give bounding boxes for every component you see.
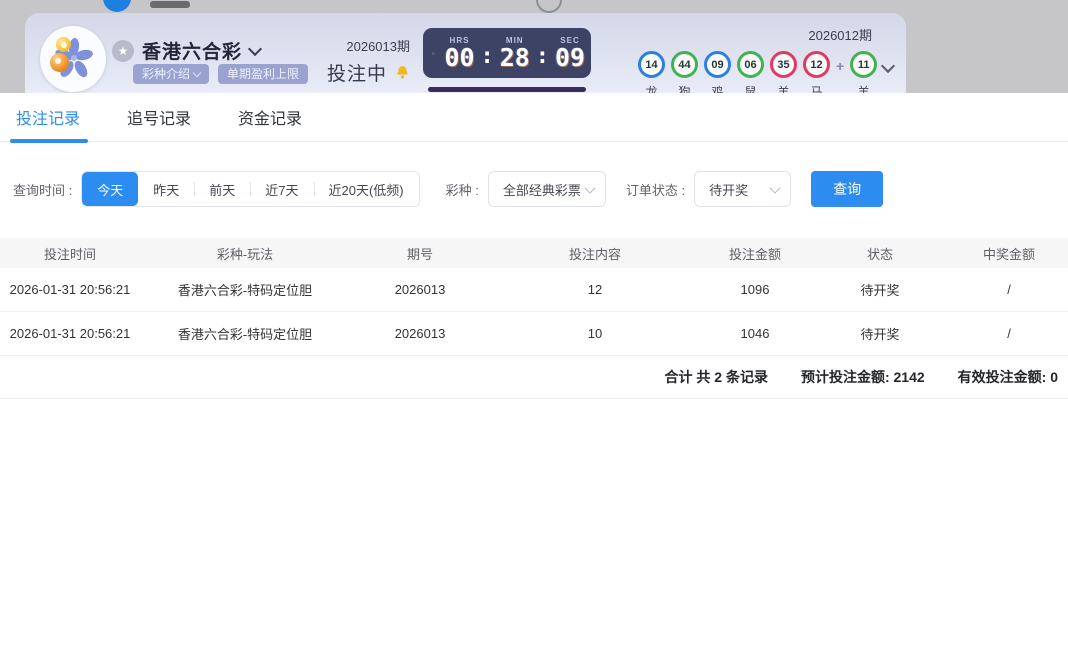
chevron-down-icon [193,69,201,77]
page: ★ 香港六合彩 彩种介绍 单期盈利上限 2026013期 投注中 [0,0,1068,664]
profit-limit-button[interactable]: 单期盈利上限 [218,64,308,84]
draw-ball: 09 鸡 [704,51,731,93]
time-option-20days[interactable]: 近20天(低频) [314,172,419,206]
favorite-star-icon[interactable]: ★ [112,40,134,62]
table-header-row: 投注时间 彩种-玩法 期号 投注内容 投注金额 状态 中奖金额 [0,238,1068,268]
order-status-label: 订单状态 : [626,180,685,199]
chevron-down-icon[interactable] [881,59,895,73]
col-bet-time: 投注时间 [0,238,140,268]
summary-expected-amount: 预计投注金额: 2142 [801,367,925,387]
chevron-down-icon [769,182,780,193]
lottery-pill-buttons: 彩种介绍 单期盈利上限 [133,64,308,84]
records-panel: 投注记录 追号记录 资金记录 查询时间 : 今天 昨天 前天 近7天 近20天(… [0,93,1068,664]
draw-ball: 06 鼠 [737,51,764,93]
alarm-clock-icon [432,47,435,60]
lottery-header-card: ★ 香港六合彩 彩种介绍 单期盈利上限 2026013期 投注中 [25,13,906,93]
time-option-yesterday[interactable]: 昨天 [138,172,194,206]
search-button[interactable]: 查询 [811,171,883,207]
col-status: 状态 [810,238,950,268]
clipped-site-logo-text [150,1,190,8]
countdown-progress-bar [428,87,586,92]
countdown-seconds: 09 [555,45,585,70]
countdown-hours: 00 [444,45,474,70]
lottery-select[interactable]: 全部经典彩票 [488,171,606,207]
col-bet-amount: 投注金额 [700,238,810,268]
orange-lottery-ball-icon [50,53,69,72]
table-row: 2026-01-31 20:56:21 香港六合彩-特码定位胆 2026013 … [0,312,1068,356]
clipped-site-logo-icon [103,0,131,12]
yellow-lottery-ball-icon [56,37,71,52]
plus-sign: + [836,58,844,74]
draw-ball-special: 11 羊 [850,51,877,93]
last-draw-issue: 2026012期 [638,25,900,44]
countdown-minutes: 28 [500,45,530,70]
countdown-timer: HRS 00 : MIN 28 : SEC 09 [423,28,591,78]
draw-ball: 35 羊 [770,51,797,93]
betting-status: 投注中 [327,59,387,86]
time-option-today[interactable]: 今天 [82,172,138,206]
chevron-down-icon[interactable] [248,41,262,55]
col-lottery-play: 彩种-玩法 [140,238,350,268]
bell-icon[interactable] [395,65,410,80]
tab-fund-records[interactable]: 资金记录 [238,105,302,129]
record-tabs: 投注记录 追号记录 资金记录 [0,93,1068,142]
summary-total: 合计 共 2 条记录 [664,367,767,387]
col-issue: 期号 [350,238,490,268]
table-row: 2026-01-31 20:56:21 香港六合彩-特码定位胆 2026013 … [0,268,1068,312]
clipped-circle-icon [536,0,562,13]
time-filter-label: 查询时间 : [13,180,72,199]
order-status-select[interactable]: 待开奖 [694,171,791,207]
active-tab-underline [10,139,88,143]
time-option-7days[interactable]: 近7天 [250,172,313,206]
draw-ball: 14 龙 [638,51,665,93]
col-win-amount: 中奖金额 [950,238,1068,268]
table-summary-row: 合计 共 2 条记录 预计投注金额: 2142 有效投注金额: 0 [0,356,1068,399]
chevron-down-icon [584,182,595,193]
bet-records-table: 投注时间 彩种-玩法 期号 投注内容 投注金额 状态 中奖金额 2026-01-… [0,238,1068,356]
lottery-filter-label: 彩种 : [446,180,479,199]
time-option-day-before[interactable]: 前天 [194,172,250,206]
draw-ball: 12 马 [803,51,830,93]
last-draw-result: 2026012期 14 龙 44 狗 09 鸡 06 鼠 [638,25,900,93]
betting-status-block: 2026013期 投注中 [318,36,410,86]
lottery-name[interactable]: 香港六合彩 [142,37,242,64]
draw-balls-row: 14 龙 44 狗 09 鸡 06 鼠 35 羊 [638,51,900,93]
lottery-logo [40,26,106,92]
lottery-title-row: ★ 香港六合彩 [112,37,260,64]
tab-chase-records[interactable]: 追号记录 [127,105,191,129]
lottery-intro-button[interactable]: 彩种介绍 [133,64,209,84]
col-bet-content: 投注内容 [490,238,700,268]
time-filter-group: 今天 昨天 前天 近7天 近20天(低频) [81,171,419,207]
current-issue: 2026013期 [318,36,410,55]
tab-bet-records[interactable]: 投注记录 [16,105,80,129]
filter-bar: 查询时间 : 今天 昨天 前天 近7天 近20天(低频) 彩种 : 全部经典彩票… [13,171,1068,207]
draw-ball: 44 狗 [671,51,698,93]
summary-valid-amount: 有效投注金额: 0 [958,367,1058,387]
